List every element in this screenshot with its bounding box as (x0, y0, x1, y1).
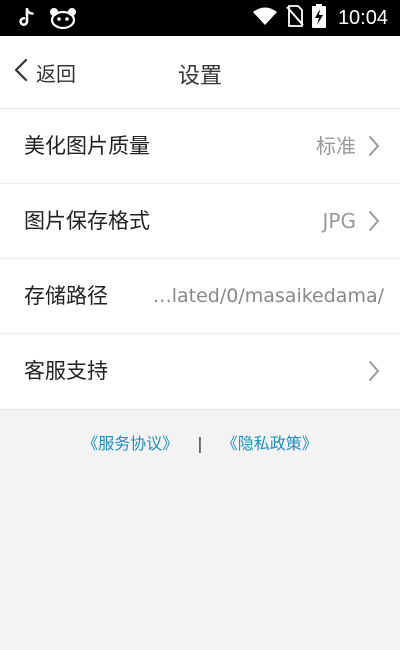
status-bar: 10:04 (0, 0, 400, 36)
footer-links: 《服务协议》 | 《隐私政策》 (0, 430, 400, 454)
setting-value: 标准 (316, 134, 356, 158)
footer-separator: | (197, 434, 203, 453)
setting-value: JPG (322, 209, 356, 233)
tiktok-icon (18, 7, 34, 32)
setting-label: 存储路径 (24, 284, 108, 308)
chevron-right-icon (368, 210, 380, 236)
privacy-policy-link[interactable]: 《隐私政策》 (222, 434, 318, 453)
battery-charging-icon (311, 4, 326, 32)
status-system-icons: 10:04 (252, 0, 388, 36)
settings-list: 美化图片质量 标准 图片保存格式 JPG 存储路径 …lated/0/masai… (0, 109, 400, 410)
panda-app-icon (48, 7, 78, 33)
setting-image-quality[interactable]: 美化图片质量 标准 (0, 109, 400, 184)
setting-image-format[interactable]: 图片保存格式 JPG (0, 184, 400, 259)
no-sim-icon (286, 5, 304, 31)
setting-value: …lated/0/masaikedama/ (152, 285, 384, 307)
chevron-right-icon (368, 360, 380, 386)
nav-bar: 返回 设置 (0, 36, 400, 109)
page-title: 设置 (177, 64, 222, 89)
chevron-right-icon (368, 135, 380, 161)
status-notification-icons (18, 7, 78, 33)
setting-label: 图片保存格式 (24, 209, 150, 233)
wifi-icon (252, 6, 278, 30)
setting-customer-support[interactable]: 客服支持 (0, 334, 400, 409)
setting-label: 美化图片质量 (24, 134, 150, 158)
setting-storage-path[interactable]: 存储路径 …lated/0/masaikedama/ (0, 259, 400, 334)
service-agreement-link[interactable]: 《服务协议》 (82, 434, 178, 453)
setting-label: 客服支持 (24, 359, 108, 383)
status-time: 10:04 (337, 6, 388, 29)
